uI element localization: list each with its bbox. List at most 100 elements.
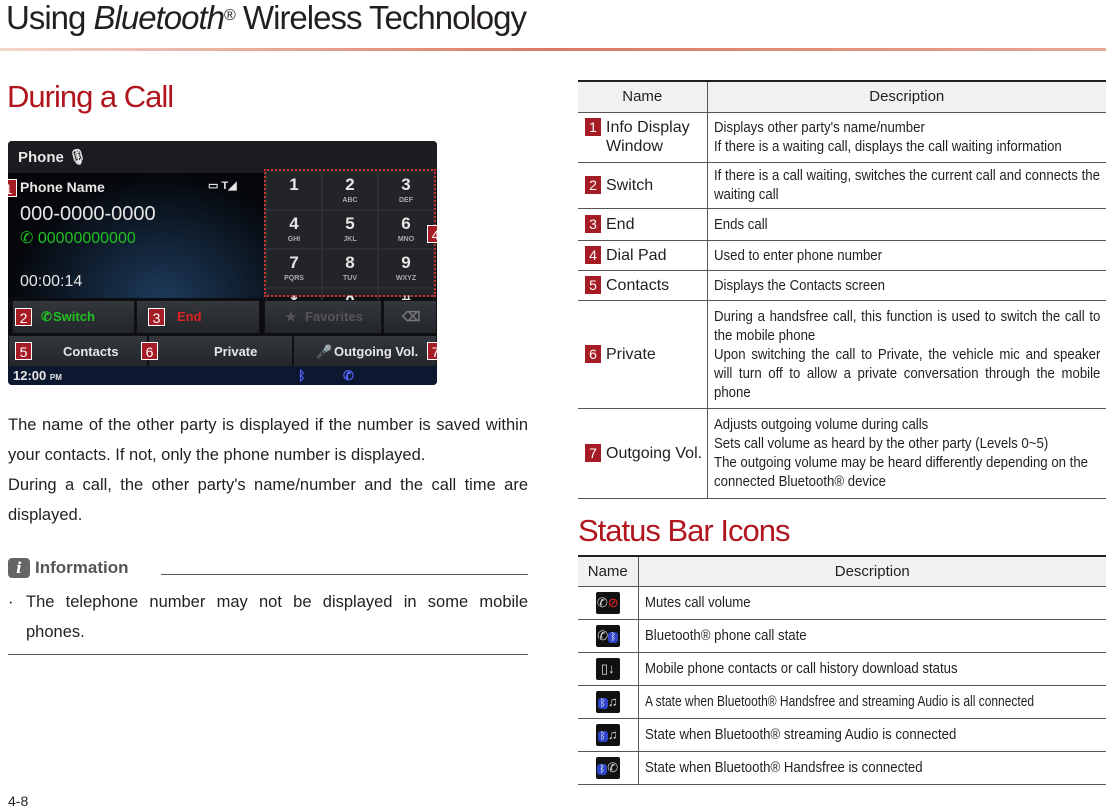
backspace-icon: ⌫ bbox=[402, 309, 421, 324]
waiting-call-icon: ✆ bbox=[20, 230, 34, 247]
row-description: Mutes call volume bbox=[644, 594, 751, 611]
column-header-name: Name bbox=[578, 556, 639, 587]
outgoing-vol-button[interactable]: 🎤 Outgoing Vol. bbox=[293, 335, 437, 369]
dial-key[interactable]: 2 ABC bbox=[322, 171, 378, 210]
star-icon: ★ bbox=[285, 309, 297, 324]
row-description: A state when Bluetooth® Handsfree and st… bbox=[644, 693, 1034, 710]
dial-key[interactable]: 4 GHI bbox=[266, 210, 322, 249]
bluetooth-handsfree-audio-icon: ᛒ ♫ bbox=[595, 690, 620, 713]
contacts-download-icon: ▯↓ bbox=[595, 657, 620, 680]
row-description: If there is a waiting call, displays the… bbox=[713, 138, 1062, 155]
page-number: 4-8 bbox=[8, 793, 29, 809]
info-heading: Information bbox=[35, 558, 129, 577]
mic-icon: 🎤 bbox=[316, 344, 333, 359]
info-bullet: The telephone number may not be displaye… bbox=[8, 587, 528, 647]
phone-name: Phone Name bbox=[20, 179, 105, 195]
marker-6: 6 bbox=[141, 342, 158, 360]
row-description: Displays the Contacts screen bbox=[713, 276, 885, 294]
row-number-badge: 5 bbox=[585, 275, 601, 294]
dial-key[interactable]: 9 WXYZ bbox=[378, 249, 434, 288]
marker-4: 4 bbox=[427, 225, 437, 243]
bluetooth-phone-call-icon: ✆ ᛒ bbox=[595, 624, 620, 647]
marker-1: 1 bbox=[8, 179, 17, 197]
battery-signal-icon: ▭ T◢ bbox=[208, 180, 237, 192]
table-row: 7 Outgoing Vol. Adjusts outgoing volume du… bbox=[578, 408, 1106, 499]
marker-7: 7 bbox=[427, 342, 437, 360]
column-header-description: Description bbox=[707, 81, 1106, 113]
row-description: During a handsfree call, this function i… bbox=[713, 307, 1100, 344]
row-name: Contacts bbox=[606, 276, 670, 294]
dial-key[interactable]: 8 TUV bbox=[322, 249, 378, 288]
status-icons-table: Name Description ✆⊘ Mutes call volume ✆ ᛒ Blu… bbox=[578, 555, 1106, 785]
divider bbox=[161, 574, 528, 575]
phone-bt-icon: ✆ bbox=[343, 368, 354, 383]
row-description: Ends call bbox=[713, 215, 768, 233]
row-name: Switch bbox=[606, 176, 654, 194]
paragraph: During a call, the other party's name/nu… bbox=[8, 476, 528, 524]
table-row: ✆⊘ Mutes call volume bbox=[578, 586, 1106, 620]
phone-icon: ✆ bbox=[41, 309, 52, 324]
row-description: Mobile phone contacts or call history do… bbox=[644, 660, 958, 677]
dial-key[interactable]: 5 JKL bbox=[322, 210, 378, 249]
dial-key[interactable]: 3 DEF bbox=[378, 171, 434, 210]
marker-3: 3 bbox=[148, 308, 165, 326]
table-row: 4 Dial Pad Used to enter phone number bbox=[578, 240, 1106, 271]
table-row: ᛒ ✆ State when Bluetooth® Handsfree is con… bbox=[578, 751, 1106, 785]
info-display-window: Phone Name ▭ T◢ 000-0000-0000 ✆ 00000000… bbox=[8, 173, 264, 298]
row-number-badge: 4 bbox=[585, 245, 601, 264]
dial-key[interactable]: 6 MNO bbox=[378, 210, 434, 249]
row-number-badge: 2 bbox=[585, 175, 601, 194]
row-name: Info Display Window bbox=[606, 119, 690, 155]
info-icon: i bbox=[8, 558, 30, 578]
row-number-badge: 3 bbox=[585, 214, 601, 233]
phone-mute-icon: ✆⊘ bbox=[595, 591, 620, 614]
column-header-description: Description bbox=[638, 556, 1106, 587]
row-name: Outgoing Vol. bbox=[606, 444, 703, 462]
backspace-button[interactable]: ⌫ bbox=[383, 300, 437, 334]
call-timer: 00:00:14 bbox=[20, 273, 83, 290]
dial-key[interactable]: 1 bbox=[266, 171, 322, 210]
table-row: ᛒ ♫ A state when Bluetooth® Handsfree and … bbox=[578, 685, 1106, 719]
table-row: 2 Switch If there is a call waiting, switc… bbox=[578, 162, 1106, 209]
call-functions-table: Name Description 1 Info Display Window Disp… bbox=[578, 80, 1106, 499]
row-name: End bbox=[606, 215, 635, 233]
row-description: Bluetooth® phone call state bbox=[644, 627, 807, 644]
phone-number: 000-0000-0000 bbox=[20, 203, 156, 225]
information-box: i Information The telephone number may no… bbox=[8, 555, 528, 655]
row-description: If there is a call waiting, switches the… bbox=[713, 167, 1100, 203]
table-row: ᛒ ♫ State when Bluetooth® streaming Audio … bbox=[578, 718, 1106, 752]
dial-pad: 12ABC3DEF4GHI5JKL6MNO7PQRS8TUV9WXYZ*0+# bbox=[264, 169, 436, 327]
paragraph: The name of the other party is displayed… bbox=[8, 416, 528, 464]
dial-key[interactable]: 7 PQRS bbox=[266, 249, 322, 288]
column-header-name: Name bbox=[578, 81, 708, 113]
status-bar: 12:00 PM ᛒ ✆ bbox=[8, 366, 437, 385]
bluetooth-icon: ᛒ bbox=[298, 368, 306, 383]
table-row: ✆ ᛒ Bluetooth® phone call state bbox=[578, 619, 1106, 653]
table-row: ▯↓ Mobile phone contacts or call history … bbox=[578, 652, 1106, 686]
table-row: 3 End Ends call bbox=[578, 208, 1106, 241]
page-title: Using Bluetooth® Wireless Technology bbox=[6, 0, 527, 36]
voice-icon: 🎙 bbox=[68, 149, 88, 166]
bluetooth-audio-icon: ᛒ ♫ bbox=[595, 723, 620, 746]
table-row: 6 Private During a handsfree call, this fu… bbox=[578, 300, 1106, 409]
header-rule bbox=[0, 48, 1106, 51]
section-title-during-call: During a Call bbox=[7, 79, 174, 114]
phone-screen-image: Phone 🎙 Phone Name ▭ T◢ 000-0000-0000 ✆ … bbox=[8, 141, 437, 385]
row-description: The outgoing volume may be heard differe… bbox=[713, 454, 1088, 490]
row-description: Used to enter phone number bbox=[713, 246, 882, 264]
row-number-badge: 6 bbox=[585, 344, 601, 363]
marker-5: 5 bbox=[15, 342, 32, 360]
row-description: Adjusts outgoing volume during calls bbox=[713, 416, 928, 433]
favorites-button[interactable]: ★ Favorites bbox=[264, 300, 382, 334]
row-description: State when Bluetooth® streaming Audio is… bbox=[644, 726, 956, 743]
row-description: Upon switching the call to Private, the … bbox=[713, 345, 1100, 401]
table-row: 1 Info Display Window Displays other party… bbox=[578, 112, 1106, 163]
row-number-badge: 7 bbox=[585, 443, 601, 462]
row-description: State when Bluetooth® Handsfree is conne… bbox=[644, 759, 923, 776]
private-button[interactable]: Private bbox=[148, 335, 293, 369]
section-title-status-bar-icons: Status Bar Icons bbox=[578, 513, 790, 548]
row-description: Sets call volume as heard by the other p… bbox=[713, 435, 1048, 452]
row-name: Dial Pad bbox=[606, 246, 667, 264]
bluetooth-handsfree-icon: ᛒ ✆ bbox=[595, 756, 620, 779]
row-description: Displays other party's name/number bbox=[713, 119, 925, 136]
